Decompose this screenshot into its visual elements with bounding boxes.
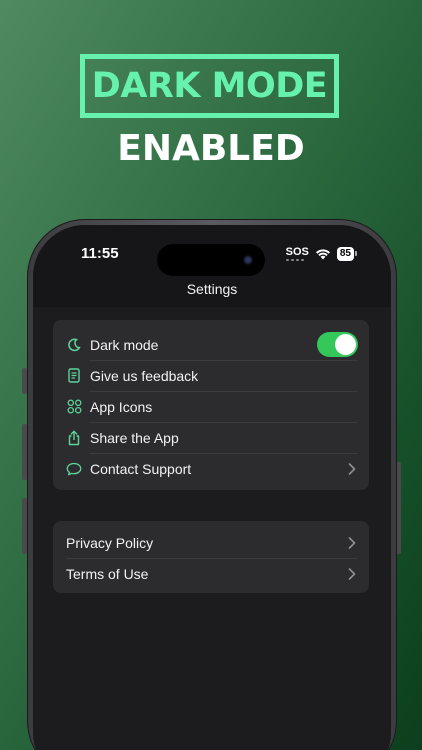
feedback-label: Give us feedback — [90, 367, 199, 384]
chevron-right-icon — [348, 537, 356, 549]
row-divider — [89, 360, 357, 361]
chat-bubble-icon — [66, 461, 82, 477]
privacy-policy-label: Privacy Policy — [66, 534, 154, 551]
status-indicators: SOS 85 — [285, 246, 357, 261]
row-divider — [89, 391, 357, 392]
terms-of-use-label: Terms of Use — [66, 565, 149, 582]
page-title: Settings — [186, 281, 238, 297]
wifi-icon — [315, 248, 330, 259]
row-divider — [89, 453, 357, 454]
app-icons-label: App Icons — [90, 398, 153, 415]
settings-row-share[interactable]: Share the App — [53, 422, 369, 453]
settings-group-preferences: Dark mode Give us feedback App Icons Sha… — [53, 320, 369, 490]
settings-row-dark-mode[interactable]: Dark mode — [53, 329, 369, 360]
sos-label: SOS — [285, 246, 309, 258]
share-icon — [66, 430, 82, 446]
row-divider — [66, 558, 357, 559]
document-icon — [66, 368, 82, 384]
settings-group-legal: Privacy Policy Terms of Use — [53, 521, 369, 593]
settings-row-privacy-policy[interactable]: Privacy Policy — [53, 527, 369, 558]
dynamic-island — [157, 244, 265, 276]
sos-indicator: SOS — [285, 246, 309, 261]
hero-title-box: DARK MODE — [80, 54, 339, 118]
chevron-right-icon — [348, 568, 356, 580]
settings-row-feedback[interactable]: Give us feedback — [53, 360, 369, 391]
settings-row-terms-of-use[interactable]: Terms of Use — [53, 558, 369, 589]
moon-icon — [66, 337, 82, 353]
camera-icon — [243, 255, 253, 265]
battery-icon: 85 — [336, 246, 357, 261]
hero-title: DARK MODE — [91, 66, 328, 106]
row-divider — [89, 422, 357, 423]
settings-row-app-icons[interactable]: App Icons — [53, 391, 369, 422]
contact-support-label: Contact Support — [90, 460, 192, 477]
dark-mode-toggle[interactable] — [317, 332, 358, 357]
settings-row-contact-support[interactable]: Contact Support — [53, 453, 369, 484]
chevron-right-icon — [348, 463, 356, 475]
grid-icon — [66, 399, 82, 415]
share-label: Share the App — [90, 429, 179, 446]
battery-level: 85 — [336, 246, 354, 261]
status-time: 11:55 — [81, 245, 119, 262]
dark-mode-label: Dark mode — [90, 336, 159, 353]
hero-subtitle: ENABLED — [117, 128, 305, 169]
toggle-knob — [335, 334, 356, 355]
signal-dots-icon — [285, 259, 309, 261]
phone-screen: 11:55 SOS 85 Settings Dark mode Give us … — [33, 225, 391, 750]
